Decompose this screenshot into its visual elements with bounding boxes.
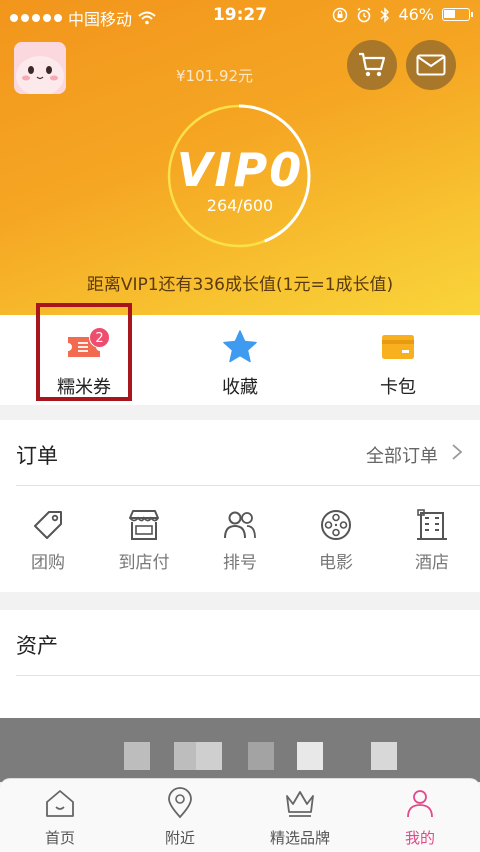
alarm-icon [357,7,371,22]
order-type-store-pay[interactable]: 到店付 [96,508,192,573]
tab-home[interactable]: 首页 [0,787,120,848]
assets-section: 资产 [0,610,480,720]
tab-nearby[interactable]: 附近 [120,787,240,848]
star-icon [223,330,257,363]
cart-button[interactable] [347,40,397,90]
avatar-image [14,42,66,94]
divider [16,485,480,486]
tab-label: 精选品牌 [269,829,330,847]
highlight-box [36,303,132,401]
card-wallet-icon [382,335,414,359]
orders-title: 订单 [16,444,58,468]
film-reel-icon [321,510,351,540]
rotation-lock-icon [333,7,348,22]
order-type-label: 酒店 [415,553,449,573]
quick-action-label: 卡包 [380,377,416,398]
quick-action-favorites[interactable]: 收藏 [160,315,320,405]
order-type-queue[interactable]: 排号 [192,508,288,573]
tab-mine[interactable]: 我的 [360,787,480,848]
store-icon [129,510,159,540]
cart-icon [359,52,386,77]
user-icon [407,790,433,818]
order-type-label: 排号 [223,553,257,573]
tab-label: 附近 [164,829,195,847]
order-type-label: 团购 [31,553,65,573]
vip-level: VIP0 [176,143,304,197]
status-bar: 中国移动 19:27 46% [0,0,480,32]
tag-icon [34,511,62,539]
divider [16,675,480,676]
order-type-hotel[interactable]: 酒店 [384,508,480,573]
home-icon [46,790,74,817]
tab-label: 我的 [404,829,435,847]
crown-icon [286,791,314,817]
order-type-label: 到店付 [118,553,170,573]
tab-brands[interactable]: 精选品牌 [240,787,360,848]
all-orders-link[interactable]: 全部订单 [366,442,438,468]
orders-section: 订单 全部订单 团购 到店付 排号 电影 酒店 [0,420,480,592]
profile-header: 中国移动 19:27 46% ¥101.92元 VIP0 264/600 距离V… [0,0,480,315]
avatar[interactable] [14,42,66,94]
order-type-label: 电影 [319,553,353,573]
vip-progress-text: 264/600 [206,196,274,215]
battery-percent: 46% [398,5,434,24]
order-type-movie[interactable]: 电影 [288,508,384,573]
assets-title[interactable]: 资产 [16,630,58,660]
blurred-banner [0,718,480,782]
tab-label: 首页 [44,829,75,847]
people-icon [224,511,256,539]
chevron-right-icon[interactable] [450,443,464,461]
balance-amount[interactable]: ¥101.92元 [176,65,253,86]
location-pin-icon [168,787,192,819]
vip-growth-hint: 距离VIP1还有336成长值(1元=1成长值) [86,275,394,295]
quick-action-card-wallet[interactable]: 卡包 [318,315,478,405]
hotel-icon [417,509,447,540]
bottom-tab-bar: 首页 附近 精选品牌 我的 [0,778,480,852]
battery-icon [442,8,473,21]
message-button[interactable] [406,40,456,90]
mail-icon [416,54,446,76]
bluetooth-icon [380,6,390,23]
order-type-group-buy[interactable]: 团购 [0,508,96,573]
quick-action-label: 收藏 [222,377,258,398]
